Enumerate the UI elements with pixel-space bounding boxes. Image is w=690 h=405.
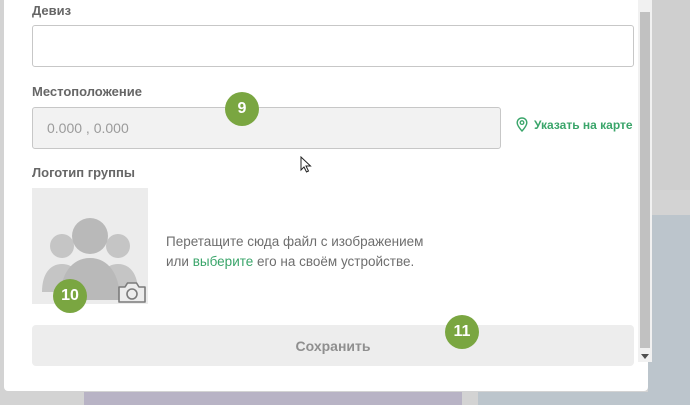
choose-file-link[interactable]: выберите [193, 254, 254, 269]
annotation-badge-9: 9 [225, 92, 259, 126]
caret-down-icon [641, 354, 649, 359]
show-on-map-link[interactable]: Указать на карте [516, 117, 633, 132]
location-input[interactable]: 0.000 , 0.000 [32, 107, 501, 149]
drop-text-after: его на своём устройстве. [253, 254, 415, 269]
camera-icon[interactable] [117, 280, 147, 304]
mouse-cursor-icon [300, 156, 312, 173]
logo-drop-hint: Перетащите сюда файл с изображением или … [166, 232, 466, 272]
location-input-placeholder: 0.000 , 0.000 [47, 120, 129, 136]
annotation-badge-11: 11 [445, 315, 479, 349]
background-card [648, 215, 690, 405]
drop-text-or: или [166, 254, 193, 269]
motto-label: Девиз [32, 3, 72, 18]
location-label: Местоположение [32, 84, 142, 99]
group-settings-modal: Девиз Местоположение 0.000 , 0.000 Указа… [4, 0, 652, 391]
logo-label: Логотип группы [32, 165, 135, 180]
scrollbar-thumb[interactable] [640, 12, 650, 348]
background-card [478, 392, 648, 405]
show-on-map-label: Указать на карте [534, 117, 633, 132]
background-card [84, 392, 462, 405]
annotation-badge-10: 10 [53, 279, 87, 313]
map-pin-icon [516, 117, 528, 132]
save-button[interactable]: Сохранить [32, 325, 634, 366]
scroll-down-arrow[interactable] [638, 351, 652, 362]
motto-input[interactable] [32, 25, 634, 67]
background-card [648, 0, 690, 190]
logo-upload-area[interactable] [32, 188, 148, 304]
drop-text-before: Перетащите сюда файл с изображением [166, 234, 424, 249]
